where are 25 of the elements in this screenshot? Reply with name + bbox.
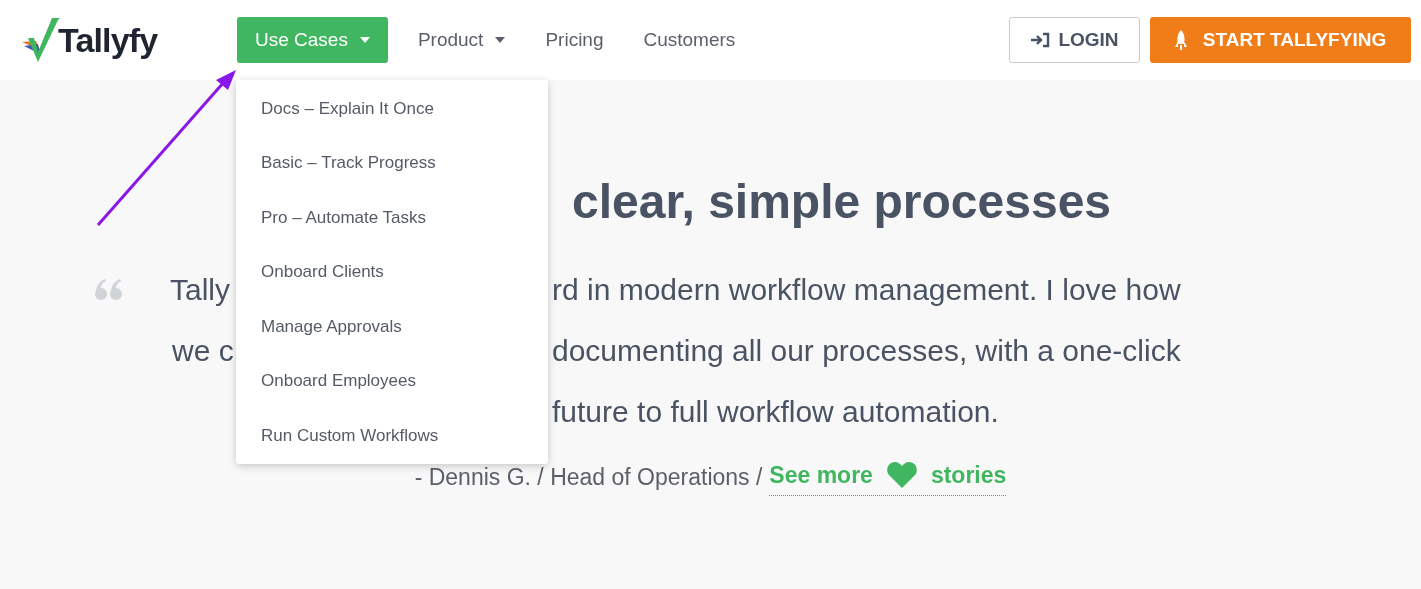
caret-icon xyxy=(359,37,370,43)
menu-item[interactable]: Onboard Employees xyxy=(236,353,548,408)
nav-tab[interactable]: Pricing xyxy=(545,17,604,63)
quote-icon xyxy=(95,278,123,301)
menu-item[interactable]: Docs – Explain It Once xyxy=(236,81,548,136)
quote-text: rd in modern workflow management. I love how xyxy=(552,272,1181,308)
login-button[interactable]: LOGIN xyxy=(1009,17,1140,63)
quote-text: future to full workflow automation. xyxy=(552,394,999,430)
menu-item[interactable]: Basic – Track Progress xyxy=(236,135,548,190)
nav-tab[interactable]: Customers xyxy=(643,17,736,63)
login-icon xyxy=(1030,32,1051,48)
heart-icon xyxy=(886,462,917,489)
menu-item[interactable]: Pro – Automate Tasks xyxy=(236,190,548,245)
quote-text: we c xyxy=(172,333,234,369)
logo-text: Tallyfy xyxy=(58,19,158,61)
menu-item[interactable]: Manage Approvals xyxy=(236,299,548,354)
menu-item[interactable]: Run Custom Workflows xyxy=(236,408,548,463)
quote-text: Tally xyxy=(170,272,230,308)
caret-icon xyxy=(495,37,506,43)
quote-text: documenting all our processes, with a one-click xyxy=(552,333,1181,369)
attribution-text: - Dennis G. / Head of Operations / xyxy=(414,462,763,492)
hero-heading: clear, simple processes xyxy=(572,174,1111,230)
rocket-icon xyxy=(1174,30,1187,50)
nav-tab[interactable]: Product xyxy=(417,17,506,63)
menu-item[interactable]: Onboard Clients xyxy=(236,244,548,299)
